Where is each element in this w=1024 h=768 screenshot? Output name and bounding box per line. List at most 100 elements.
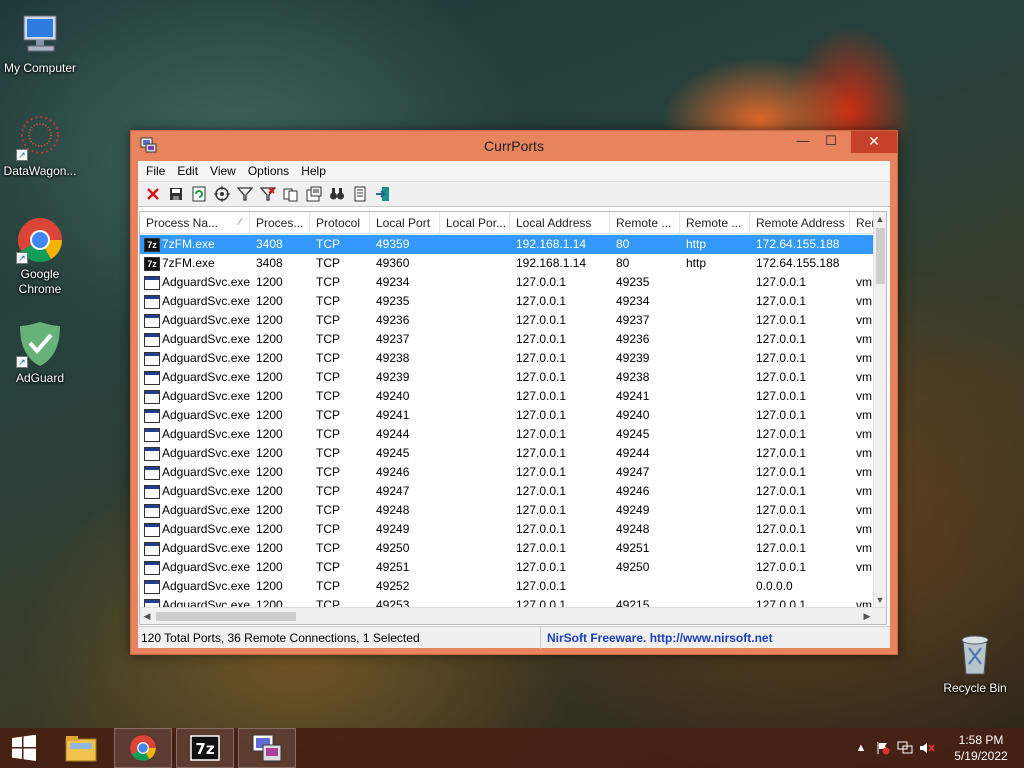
service-process-icon: [144, 313, 160, 328]
cell-remote-port: 49234: [616, 294, 650, 308]
taskbar-file-explorer[interactable]: [52, 728, 110, 768]
cell-remote-port-name: [680, 520, 750, 539]
table-row[interactable]: AdguardSvc.exe 1200 TCP 49246 127.0.0.1 49247…: [140, 463, 875, 482]
column-header-remote-port-name[interactable]: Remote ...: [680, 212, 750, 234]
cell-local-address: 127.0.0.1: [516, 541, 567, 555]
cell-remote-port: 49250: [616, 560, 650, 574]
start-button[interactable]: [0, 728, 48, 768]
save-button[interactable]: [165, 183, 187, 205]
find-button[interactable]: [326, 183, 348, 205]
table-row[interactable]: AdguardSvc.exe 1200 TCP 49239 127.0.0.1 49238…: [140, 368, 875, 387]
table-row[interactable]: 7z 7zFM.exe 3408 TCP 49359 192.168.1.14 80 http…: [140, 235, 875, 254]
table-row[interactable]: AdguardSvc.exe 1200 TCP 49237 127.0.0.1 49236…: [140, 330, 875, 349]
scroll-down-icon[interactable]: ▼: [874, 593, 886, 607]
horizontal-scroll-thumb[interactable]: [156, 612, 296, 621]
menu-options[interactable]: Options: [242, 164, 295, 178]
delete-button[interactable]: [142, 183, 164, 205]
column-header-local-port-name[interactable]: Local Por...: [440, 212, 510, 234]
show-hidden-icons-icon[interactable]: ▲: [850, 728, 872, 768]
cell-process-id: 1200: [256, 446, 283, 460]
desktop-icon-datawagon[interactable]: ↗ DataWagon...: [0, 113, 80, 179]
column-header-remote-host[interactable]: Rem: [850, 212, 875, 234]
vertical-scroll-thumb[interactable]: [876, 228, 885, 284]
vertical-scrollbar[interactable]: ▲ ▼: [873, 212, 886, 607]
scroll-right-icon[interactable]: ▶: [860, 608, 874, 624]
taskbar-7zip[interactable]: 7z: [176, 728, 234, 768]
desktop-icon-my-computer[interactable]: My Computer: [0, 10, 80, 76]
desktop-icon-label: AdGuard: [15, 371, 65, 385]
exit-button[interactable]: [372, 183, 394, 205]
process-name-text: AdguardSvc.exe: [162, 427, 250, 441]
taskbar-currports[interactable]: [238, 728, 296, 768]
cell-remote-address: 127.0.0.1: [756, 503, 807, 517]
service-process-icon: [144, 408, 160, 423]
cell-remote-address: 127.0.0.1: [756, 389, 807, 403]
cell-remote-address: 127.0.0.1: [756, 522, 807, 536]
desktop-icon-google-chrome[interactable]: ↗ Google Chrome: [0, 216, 80, 297]
filter-remove-button[interactable]: [257, 183, 279, 205]
table-row[interactable]: AdguardSvc.exe 1200 TCP 49253 127.0.0.1 49215…: [140, 596, 875, 607]
scroll-up-icon[interactable]: ▲: [874, 212, 886, 226]
service-process-icon: [144, 465, 160, 480]
filter-icon: [237, 187, 253, 201]
cell-local-port: 49245: [376, 446, 410, 460]
menu-file[interactable]: File: [140, 164, 171, 178]
cell-remote-address: 127.0.0.1: [756, 484, 807, 498]
menu-edit[interactable]: Edit: [171, 164, 204, 178]
table-row[interactable]: 7z 7zFM.exe 3408 TCP 49360 192.168.1.14 80 http…: [140, 254, 875, 273]
table-row[interactable]: AdguardSvc.exe 1200 TCP 49250 127.0.0.1 49251…: [140, 539, 875, 558]
column-header-local-address[interactable]: Local Address: [510, 212, 610, 234]
clock[interactable]: 1:58 PM 5/19/2022: [938, 732, 1024, 764]
menu-help[interactable]: Help: [295, 164, 332, 178]
volume-muted-icon[interactable]: [916, 728, 938, 768]
column-header-remote-port[interactable]: Remote ...: [610, 212, 680, 234]
table-row[interactable]: AdguardSvc.exe 1200 TCP 49241 127.0.0.1 49240…: [140, 406, 875, 425]
properties-button[interactable]: [303, 183, 325, 205]
action-center-flag-icon[interactable]: [872, 728, 894, 768]
column-header-protocol[interactable]: Protocol: [310, 212, 370, 234]
horizontal-scrollbar[interactable]: ◀ ▶: [140, 607, 886, 624]
filter-button[interactable]: [234, 183, 256, 205]
column-header-process-id[interactable]: Proces...: [250, 212, 310, 234]
maximize-button[interactable]: ☐: [817, 131, 845, 153]
copy-icon: [283, 188, 298, 202]
table-row[interactable]: AdguardSvc.exe 1200 TCP 49252 127.0.0.1 0.0.0…: [140, 577, 875, 596]
column-header-local-port[interactable]: Local Port: [370, 212, 440, 234]
process-name-text: AdguardSvc.exe: [162, 389, 250, 403]
close-button[interactable]: ✕: [851, 131, 897, 153]
table-row[interactable]: AdguardSvc.exe 1200 TCP 49249 127.0.0.1 49248…: [140, 520, 875, 539]
desktop-icon-adguard[interactable]: ↗ AdGuard: [0, 320, 80, 386]
cell-local-port: 49246: [376, 465, 410, 479]
minimize-button[interactable]: —: [789, 131, 817, 153]
table-row[interactable]: AdguardSvc.exe 1200 TCP 49240 127.0.0.1 49241…: [140, 387, 875, 406]
table-row[interactable]: AdguardSvc.exe 1200 TCP 49238 127.0.0.1 49239…: [140, 349, 875, 368]
table-row[interactable]: AdguardSvc.exe 1200 TCP 49236 127.0.0.1 49237…: [140, 311, 875, 330]
cell-remote-port-name: [680, 330, 750, 349]
menu-view[interactable]: View: [204, 164, 242, 178]
table-row[interactable]: AdguardSvc.exe 1200 TCP 49251 127.0.0.1 49250…: [140, 558, 875, 577]
cell-local-port: 49359: [376, 237, 410, 251]
scroll-left-icon[interactable]: ◀: [140, 608, 154, 624]
refresh-button[interactable]: [188, 183, 210, 205]
network-icon[interactable]: [894, 728, 916, 768]
column-header-process-name[interactable]: Process Na... ⁄: [140, 212, 250, 234]
cell-remote-port: 49249: [616, 503, 650, 517]
target-button[interactable]: [211, 183, 233, 205]
cell-protocol: TCP: [316, 560, 340, 574]
cell-process-id: 1200: [256, 522, 283, 536]
title-bar[interactable]: CurrPorts — ☐ ✕: [131, 131, 897, 161]
table-row[interactable]: AdguardSvc.exe 1200 TCP 49244 127.0.0.1 49245…: [140, 425, 875, 444]
table-row[interactable]: AdguardSvc.exe 1200 TCP 49248 127.0.0.1 49249…: [140, 501, 875, 520]
service-process-icon: [144, 503, 160, 518]
table-row[interactable]: AdguardSvc.exe 1200 TCP 49234 127.0.0.1 49235…: [140, 273, 875, 292]
table-row[interactable]: AdguardSvc.exe 1200 TCP 49235 127.0.0.1 49234…: [140, 292, 875, 311]
desktop-icon-recycle-bin[interactable]: Recycle Bin: [935, 630, 1015, 696]
taskbar-chrome[interactable]: [114, 728, 172, 768]
copy-button[interactable]: [280, 183, 302, 205]
nirsoft-link[interactable]: NirSoft Freeware. http://www.nirsoft.net: [541, 631, 773, 645]
html-report-button[interactable]: [349, 183, 371, 205]
table-row[interactable]: AdguardSvc.exe 1200 TCP 49247 127.0.0.1 49246…: [140, 482, 875, 501]
column-header-remote-address[interactable]: Remote Address: [750, 212, 850, 234]
ports-list[interactable]: Process Na... ⁄ Proces... Protocol Local …: [139, 211, 887, 625]
table-row[interactable]: AdguardSvc.exe 1200 TCP 49245 127.0.0.1 49244…: [140, 444, 875, 463]
